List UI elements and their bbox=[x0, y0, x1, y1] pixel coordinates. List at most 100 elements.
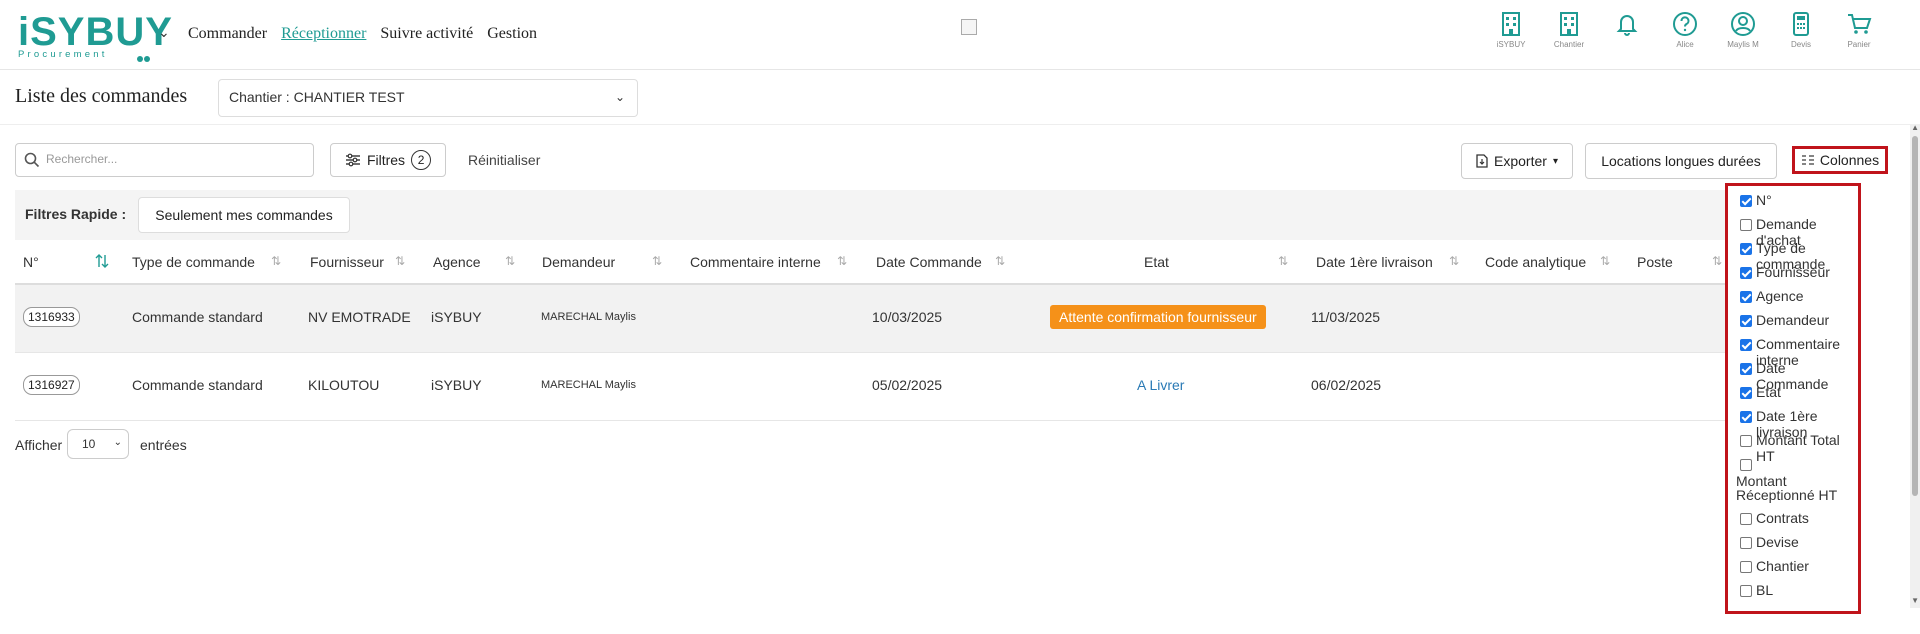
broken-image bbox=[961, 19, 977, 35]
column-checkbox[interactable] bbox=[1740, 243, 1752, 255]
column-checkbox[interactable] bbox=[1740, 363, 1752, 375]
table-row[interactable]: 1316927 Commande standard KILOUTOU iSYBU… bbox=[15, 353, 1735, 421]
nav-isybuy[interactable]: iSYBUY bbox=[1482, 10, 1540, 49]
column-toggle-item[interactable]: Commentaire interne bbox=[1736, 336, 1850, 368]
column-header[interactable]: Agence bbox=[433, 254, 480, 270]
top-icons: iSYBUY Chantier Alice Maylis M Devis Pan… bbox=[1482, 10, 1888, 49]
column-header[interactable]: Fournisseur bbox=[310, 254, 384, 270]
nav-commander[interactable]: Commander bbox=[188, 25, 267, 43]
search-input[interactable]: Rechercher... bbox=[15, 143, 314, 177]
nav-receptionner[interactable]: Réceptionner bbox=[281, 25, 366, 43]
column-toggle-item[interactable]: Date Commande bbox=[1736, 360, 1850, 392]
top-icon-label: Panier bbox=[1847, 40, 1871, 49]
column-toggle-item[interactable]: Chantier bbox=[1736, 558, 1850, 582]
filters-label: Filtres bbox=[366, 152, 406, 168]
sort-icon[interactable]: ⇅ bbox=[271, 254, 281, 268]
nav-gestion[interactable]: Gestion bbox=[487, 25, 537, 43]
sort-icon[interactable]: ⇅ bbox=[1449, 254, 1459, 268]
column-checkbox[interactable] bbox=[1740, 291, 1752, 303]
column-toggle-item[interactable]: Agence bbox=[1736, 288, 1850, 312]
column-toggle-label: BL bbox=[1756, 582, 1774, 598]
column-header[interactable]: N° bbox=[23, 254, 39, 270]
column-toggle-item[interactable]: Type de commande bbox=[1736, 240, 1850, 272]
main-nav: Commander Réceptionner Suivre activité G… bbox=[188, 25, 537, 43]
column-header[interactable]: Demandeur bbox=[542, 254, 615, 270]
column-toggle-item[interactable]: Contrats bbox=[1736, 510, 1850, 534]
entries-value: 10 bbox=[82, 437, 96, 451]
column-checkbox[interactable] bbox=[1740, 195, 1752, 207]
order-number-badge[interactable]: 1316933 bbox=[23, 307, 80, 327]
column-toggle-item[interactable]: Date 1ère livraison bbox=[1736, 408, 1850, 440]
notifications[interactable] bbox=[1598, 10, 1656, 49]
nav-user[interactable]: Maylis M bbox=[1714, 10, 1772, 49]
nav-help[interactable]: Alice bbox=[1656, 10, 1714, 49]
sort-icon[interactable]: ⇅ bbox=[1278, 254, 1288, 268]
scrollbar[interactable] bbox=[1910, 124, 1920, 608]
column-header[interactable]: Type de commande bbox=[132, 254, 255, 270]
status-link[interactable]: A Livrer bbox=[1137, 377, 1184, 393]
sort-icon[interactable]: ⇅ bbox=[395, 254, 405, 268]
nav-chantier[interactable]: Chantier bbox=[1540, 10, 1598, 49]
column-toggle-item[interactable]: Montant Réceptionné HT bbox=[1736, 456, 1850, 510]
scrollbar-thumb[interactable] bbox=[1912, 136, 1918, 496]
filters-button[interactable]: Filtres 2 bbox=[330, 143, 446, 177]
column-checkbox[interactable] bbox=[1740, 561, 1752, 573]
column-checkbox[interactable] bbox=[1740, 537, 1752, 549]
column-checkbox[interactable] bbox=[1740, 459, 1752, 471]
column-header[interactable]: Code analytique bbox=[1485, 254, 1586, 270]
order-number-badge[interactable]: 1316927 bbox=[23, 375, 80, 395]
column-header[interactable]: Date 1ère livraison bbox=[1316, 254, 1433, 270]
sort-icon[interactable]: ⇅ bbox=[505, 254, 515, 268]
columns-button[interactable]: Colonnes bbox=[1792, 146, 1888, 174]
sliders-icon bbox=[345, 153, 360, 167]
sort-icon[interactable]: ⇅ bbox=[1712, 254, 1722, 268]
sort-asc-icon[interactable] bbox=[95, 254, 109, 268]
column-checkbox[interactable] bbox=[1740, 339, 1752, 351]
chevron-down-icon[interactable]: ⌄ bbox=[158, 24, 170, 41]
column-toggle-item[interactable]: N° bbox=[1736, 192, 1850, 216]
cell-requester: MARECHAL Maylis bbox=[541, 311, 636, 323]
sort-icon[interactable]: ⇅ bbox=[995, 254, 1005, 268]
table-row[interactable]: 1316933 Commande standard NV EMOTRADE iS… bbox=[15, 285, 1735, 353]
column-checkbox[interactable] bbox=[1740, 513, 1752, 525]
column-header[interactable]: Date Commande bbox=[876, 254, 982, 270]
column-toggle-item[interactable]: Devise bbox=[1736, 534, 1850, 558]
chantier-value: Chantier : CHANTIER TEST bbox=[229, 89, 405, 105]
chantier-select[interactable]: Chantier : CHANTIER TEST ⌄ bbox=[218, 79, 638, 117]
column-checkbox[interactable] bbox=[1740, 435, 1752, 447]
file-export-icon bbox=[1476, 154, 1488, 168]
scroll-down-icon[interactable]: ▼ bbox=[1911, 596, 1919, 605]
column-toggle-item[interactable]: Montant Total HT bbox=[1736, 432, 1850, 464]
cell-type: Commande standard bbox=[132, 309, 263, 325]
sort-icon[interactable]: ⇅ bbox=[1600, 254, 1610, 268]
scroll-up-icon[interactable]: ▲ bbox=[1911, 123, 1919, 132]
column-header[interactable]: Commentaire interne bbox=[690, 254, 821, 270]
column-toggle-label: Devise bbox=[1756, 534, 1799, 550]
column-toggle-item[interactable]: BL bbox=[1736, 582, 1850, 606]
sort-icon[interactable]: ⇅ bbox=[837, 254, 847, 268]
column-toggle-item[interactable]: Demandeur bbox=[1736, 312, 1850, 336]
cell-requester: MARECHAL Maylis bbox=[541, 379, 636, 391]
column-checkbox[interactable] bbox=[1740, 585, 1752, 597]
logo-dots bbox=[137, 49, 151, 67]
nav-suivre-activite[interactable]: Suivre activité bbox=[380, 25, 473, 43]
column-header[interactable]: Etat bbox=[1144, 254, 1169, 270]
column-checkbox[interactable] bbox=[1740, 219, 1752, 231]
nav-panier[interactable]: Panier bbox=[1830, 10, 1888, 49]
column-checkbox[interactable] bbox=[1740, 411, 1752, 423]
brand-logo[interactable]: iSYBUY Procurement bbox=[18, 10, 173, 62]
column-checkbox[interactable] bbox=[1740, 387, 1752, 399]
sort-icon[interactable]: ⇅ bbox=[652, 254, 662, 268]
reset-filters-link[interactable]: Réinitialiser bbox=[468, 152, 540, 168]
column-toggle-item[interactable]: Demande d'achat bbox=[1736, 216, 1850, 248]
column-checkbox[interactable] bbox=[1740, 267, 1752, 279]
nav-devis[interactable]: Devis bbox=[1772, 10, 1830, 49]
long-rentals-button[interactable]: Locations longues durées bbox=[1585, 143, 1777, 179]
entries-select[interactable]: 10 ⌄ bbox=[67, 429, 129, 459]
export-button[interactable]: Exporter ▾ bbox=[1461, 143, 1573, 179]
column-checkbox[interactable] bbox=[1740, 315, 1752, 327]
column-header[interactable]: Poste bbox=[1637, 254, 1673, 270]
only-my-orders-button[interactable]: Seulement mes commandes bbox=[138, 197, 350, 233]
brand-name: iSYBUY bbox=[18, 10, 173, 54]
user-icon bbox=[1731, 12, 1755, 36]
